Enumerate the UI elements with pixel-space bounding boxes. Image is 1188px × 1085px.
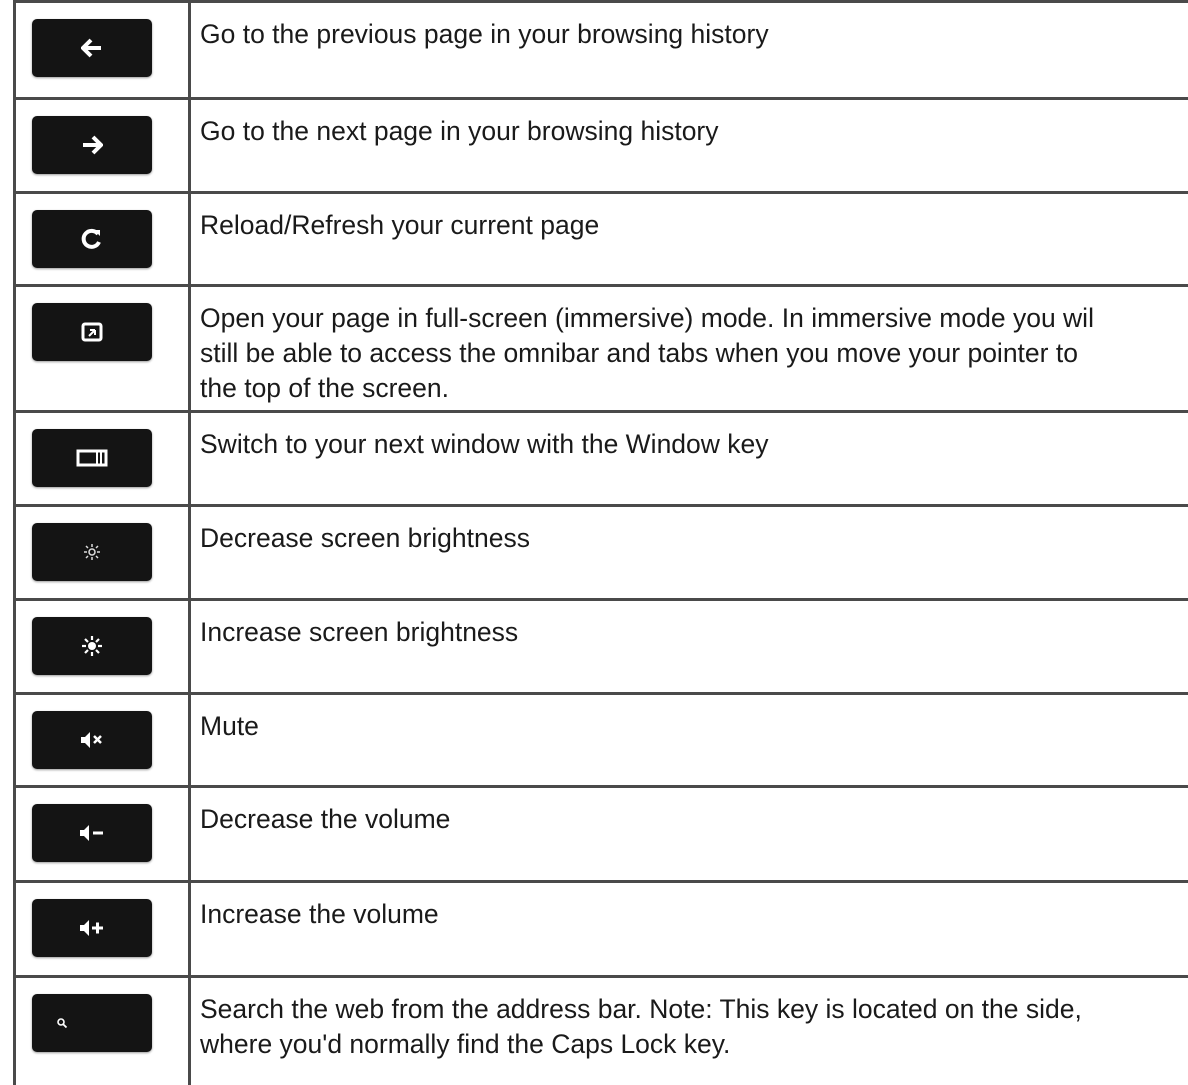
key-cell	[16, 978, 191, 1085]
forward-key	[32, 116, 152, 174]
table-row: Mute	[16, 692, 1188, 785]
table-row: Open your page in full-screen (immersive…	[16, 284, 1188, 410]
description: Go to the next page in your browsing his…	[200, 116, 719, 146]
mute-icon	[81, 732, 102, 748]
search-icon	[57, 1018, 68, 1029]
forward-arrow-icon	[83, 135, 103, 155]
reload-icon	[81, 228, 101, 249]
table-row: Search the web from the address bar. Not…	[16, 975, 1188, 1085]
table-row: Switch to your next window with the Wind…	[16, 410, 1188, 504]
brightness-up-icon	[82, 636, 102, 656]
key-cell	[16, 3, 191, 97]
key-cell	[16, 695, 191, 785]
back-arrow-icon	[81, 38, 101, 58]
table-row: Increase the volume	[16, 880, 1188, 975]
volume-up-icon	[80, 920, 103, 936]
description: Go to the previous page in your browsing…	[200, 19, 769, 49]
key-cell	[16, 788, 191, 880]
reload-key	[32, 210, 152, 268]
description: Reload/Refresh your current page	[200, 210, 600, 240]
key-cell	[16, 287, 191, 410]
table-row: Decrease screen brightness	[16, 504, 1188, 598]
description: Decrease screen brightness	[200, 523, 530, 553]
volume-down-key	[32, 804, 152, 862]
back-key	[32, 19, 152, 77]
description: Decrease the volume	[200, 804, 451, 834]
fullscreen-key	[32, 303, 152, 361]
table-row: Increase screen brightness	[16, 598, 1188, 692]
key-cell	[16, 507, 191, 598]
volume-up-key	[32, 899, 152, 957]
brightness-down-key	[32, 523, 152, 581]
brightness-down-icon	[84, 544, 100, 560]
keyboard-shortcuts-table: Go to the previous page in your browsing…	[13, 0, 1188, 1085]
switch-window-icon	[76, 449, 108, 467]
table-row: Go to the previous page in your browsing…	[16, 0, 1188, 97]
key-cell	[16, 883, 191, 975]
description: Mute	[200, 711, 259, 741]
description: Switch to your next window with the Wind…	[200, 429, 769, 459]
fullscreen-icon	[81, 322, 103, 342]
key-cell	[16, 100, 191, 191]
table-row: Go to the next page in your browsing his…	[16, 97, 1188, 191]
brightness-up-key	[32, 617, 152, 675]
description: Increase the volume	[200, 899, 439, 929]
key-cell	[16, 601, 191, 692]
volume-down-icon	[80, 825, 103, 841]
description: Search the web from the address bar. Not…	[200, 994, 1082, 1059]
switch-window-key	[32, 429, 152, 487]
key-cell	[16, 194, 191, 284]
table-row: Reload/Refresh your current page	[16, 191, 1188, 284]
mute-key	[32, 711, 152, 769]
description: Open your page in full-screen (immersive…	[200, 303, 1094, 403]
description: Increase screen brightness	[200, 617, 519, 647]
key-cell	[16, 413, 191, 504]
table-row: Decrease the volume	[16, 785, 1188, 880]
search-key	[32, 994, 152, 1052]
